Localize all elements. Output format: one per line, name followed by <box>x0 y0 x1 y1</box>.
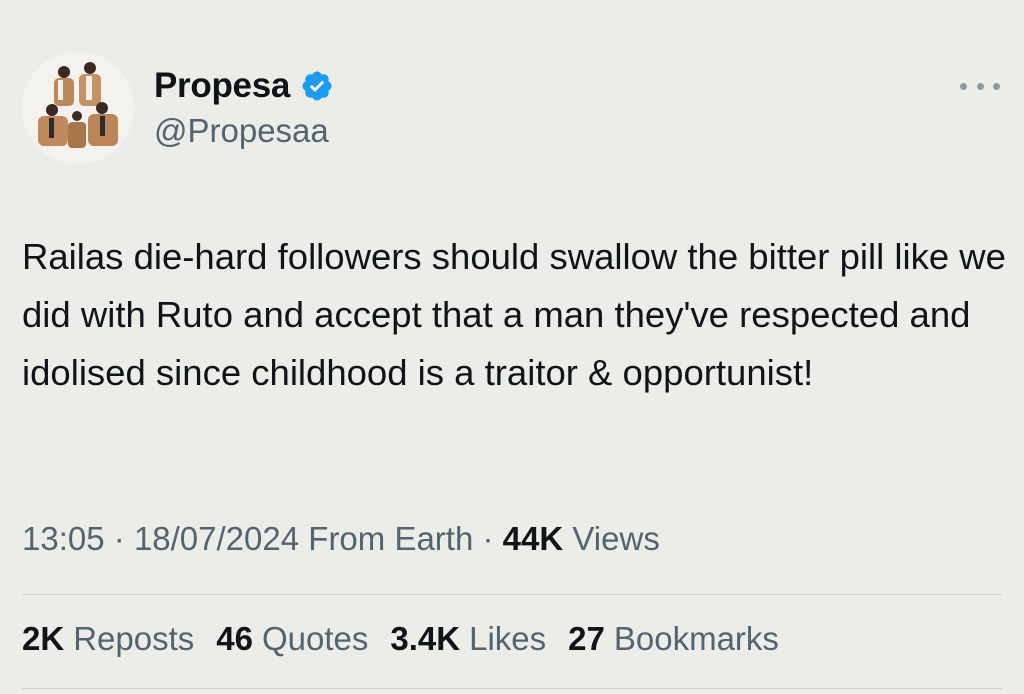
verified-badge-icon[interactable] <box>300 69 334 103</box>
stat-label: Likes <box>469 620 547 657</box>
divider <box>22 594 1002 595</box>
group-photo-avatar-icon <box>22 52 134 164</box>
user-handle[interactable]: @Propesaa <box>154 112 329 150</box>
tweet-time[interactable]: 13:05 <box>22 520 105 557</box>
stat-bookmarks[interactable]: 27 Bookmarks <box>568 620 779 658</box>
stat-count: 2K <box>22 620 65 657</box>
tweet-card: Propesa @Propesaa Railas die-hard follow… <box>0 0 1024 694</box>
stat-label: Reposts <box>73 620 195 657</box>
author-name-row[interactable]: Propesa <box>154 62 334 110</box>
stat-quotes[interactable]: 46 Quotes <box>216 620 368 658</box>
stat-count: 46 <box>216 620 253 657</box>
dot-icon <box>976 82 984 90</box>
tweet-meta: 13:05 · 18/07/2024 From Earth · 44K View… <box>22 520 660 558</box>
stat-count: 27 <box>568 620 605 657</box>
tweet-text: Railas die-hard followers should swallow… <box>22 236 1017 393</box>
dot-icon <box>993 82 1000 90</box>
tweet-date[interactable]: 18/07/2024 <box>134 520 299 557</box>
stat-count: 3.4K <box>390 620 461 657</box>
divider <box>22 688 1002 689</box>
more-horizontal-icon[interactable] <box>960 74 1000 98</box>
stat-likes[interactable]: 3.4K Likes <box>390 620 546 658</box>
stat-label: Quotes <box>261 620 369 657</box>
engagement-stats: 2K Reposts 46 Quotes 3.4K Likes 27 Bookmarks <box>22 620 801 658</box>
dot-icon <box>960 82 967 90</box>
display-name[interactable]: Propesa <box>154 66 290 106</box>
meta-separator: · <box>482 520 494 557</box>
avatar[interactable] <box>22 52 134 164</box>
views-count[interactable]: 44K <box>503 520 564 557</box>
stat-label: Bookmarks <box>613 620 779 657</box>
stat-reposts[interactable]: 2K Reposts <box>22 620 194 658</box>
tweet-source: From Earth <box>308 520 474 557</box>
views-label[interactable]: Views <box>572 520 659 557</box>
meta-separator: · <box>113 520 125 557</box>
